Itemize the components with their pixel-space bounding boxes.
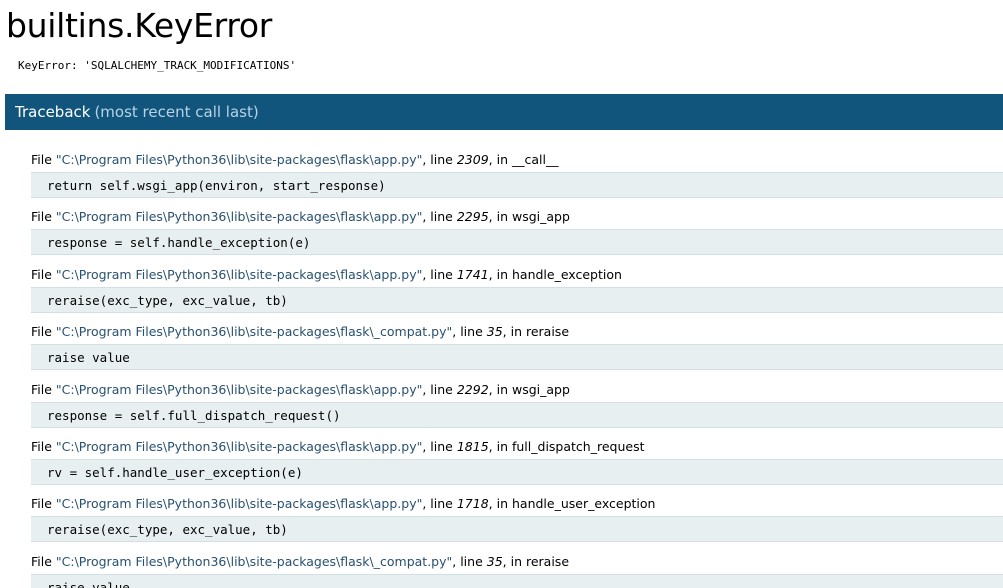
frame-location: File "C:\Program Files\Python36\lib\site… (31, 378, 1003, 402)
frame-function: wsgi_app (511, 209, 570, 225)
frame-location: File "C:\Program Files\Python36\lib\site… (31, 435, 1003, 459)
line-label: , line (422, 496, 457, 512)
traceback-frame: File "C:\Program Files\Python36\lib\site… (31, 435, 1003, 492)
frame-lineno: 2309 (456, 152, 489, 167)
file-label: File (31, 152, 56, 167)
file-label: File (31, 496, 56, 512)
frame-filename: "C:\Program Files\Python36\lib\site-pack… (55, 324, 453, 340)
frame-lineno: 1815 (456, 438, 489, 454)
frame-lineno: 35 (486, 324, 503, 340)
frame-filename: "C:\Program Files\Python36\lib\site-pack… (55, 553, 453, 569)
traceback-frame: File "C:\Program Files\Python36\lib\site… (31, 492, 1003, 549)
line-label: , line (422, 209, 457, 225)
line-label: , line (422, 381, 457, 397)
traceback-frames: File "C:\Program Files\Python36\lib\site… (31, 148, 1003, 588)
line-label: , line (422, 266, 457, 282)
frame-code[interactable]: raise value (31, 573, 1003, 588)
file-label: File (31, 553, 56, 569)
frame-code[interactable]: rv = self.handle_user_exception(e) (31, 458, 1003, 485)
line-label: , line (452, 324, 487, 340)
traceback-frame: File "C:\Program Files\Python36\lib\site… (31, 148, 1003, 205)
frame-filename: "C:\Program Files\Python36\lib\site-pack… (55, 209, 423, 225)
frame-function: full_dispatch_request (511, 438, 645, 454)
line-label: , line (422, 152, 457, 167)
in-label: , in (488, 438, 512, 454)
frame-lineno: 2292 (456, 381, 489, 397)
frame-filename: "C:\Program Files\Python36\lib\site-pack… (55, 438, 423, 454)
frame-filename: "C:\Program Files\Python36\lib\site-pack… (55, 266, 423, 282)
traceback-frame: File "C:\Program Files\Python36\lib\site… (31, 263, 1003, 320)
frame-code[interactable]: return self.wsgi_app(environ, start_resp… (31, 172, 1003, 198)
frame-function: handle_exception (511, 266, 622, 282)
frame-lineno: 1741 (456, 266, 489, 282)
in-label: , in (488, 381, 512, 397)
file-label: File (31, 381, 56, 397)
frame-location: File "C:\Program Files\Python36\lib\site… (31, 148, 1003, 172)
frame-lineno: 2295 (456, 209, 489, 225)
frame-function: __call__ (511, 152, 559, 167)
frame-lineno: 35 (486, 553, 503, 569)
traceback-frame: File "C:\Program Files\Python36\lib\site… (31, 320, 1003, 377)
in-label: , in (502, 553, 526, 569)
frame-function: wsgi_app (511, 381, 570, 397)
frame-lineno: 1718 (456, 496, 489, 512)
frame-location: File "C:\Program Files\Python36\lib\site… (31, 492, 1003, 516)
in-label: , in (488, 152, 512, 167)
file-label: File (31, 438, 56, 454)
frame-function: handle_user_exception (511, 496, 656, 512)
frame-filename: "C:\Program Files\Python36\lib\site-pack… (55, 381, 423, 397)
frame-filename: "C:\Program Files\Python36\lib\site-pack… (55, 496, 423, 512)
traceback-header: Traceback (most recent call last) (5, 94, 1003, 130)
traceback-frame: File "C:\Program Files\Python36\lib\site… (31, 378, 1003, 435)
frame-code[interactable]: response = self.handle_exception(e) (31, 229, 1003, 256)
frame-location: File "C:\Program Files\Python36\lib\site… (31, 205, 1003, 229)
in-label: , in (488, 496, 512, 512)
line-label: , line (422, 438, 457, 454)
traceback-title: Traceback (15, 103, 91, 121)
line-label: , line (452, 553, 487, 569)
frame-function: reraise (525, 553, 570, 569)
frame-location: File "C:\Program Files\Python36\lib\site… (31, 320, 1003, 344)
file-label: File (31, 324, 56, 340)
frame-code[interactable]: raise value (31, 344, 1003, 371)
file-label: File (31, 266, 56, 282)
frame-filename: "C:\Program Files\Python36\lib\site-pack… (55, 152, 423, 167)
in-label: , in (502, 324, 526, 340)
frame-code[interactable]: reraise(exc_type, exc_value, tb) (31, 286, 1003, 313)
frame-location: File "C:\Program Files\Python36\lib\site… (31, 550, 1003, 574)
traceback-frame: File "C:\Program Files\Python36\lib\site… (31, 550, 1003, 588)
in-label: , in (488, 266, 512, 282)
in-label: , in (488, 209, 512, 225)
error-message: KeyError: 'SQLALCHEMY_TRACK_MODIFICATION… (18, 59, 297, 72)
frame-function: reraise (525, 324, 570, 340)
frame-code[interactable]: response = self.full_dispatch_request() (31, 401, 1003, 428)
page-title: builtins.KeyError (6, 6, 273, 45)
traceback-subtitle[interactable]: (most recent call last) (94, 103, 258, 121)
frame-code[interactable]: reraise(exc_type, exc_value, tb) (31, 516, 1003, 543)
traceback-frame: File "C:\Program Files\Python36\lib\site… (31, 205, 1003, 262)
file-label: File (31, 209, 56, 225)
frame-location: File "C:\Program Files\Python36\lib\site… (31, 263, 1003, 287)
